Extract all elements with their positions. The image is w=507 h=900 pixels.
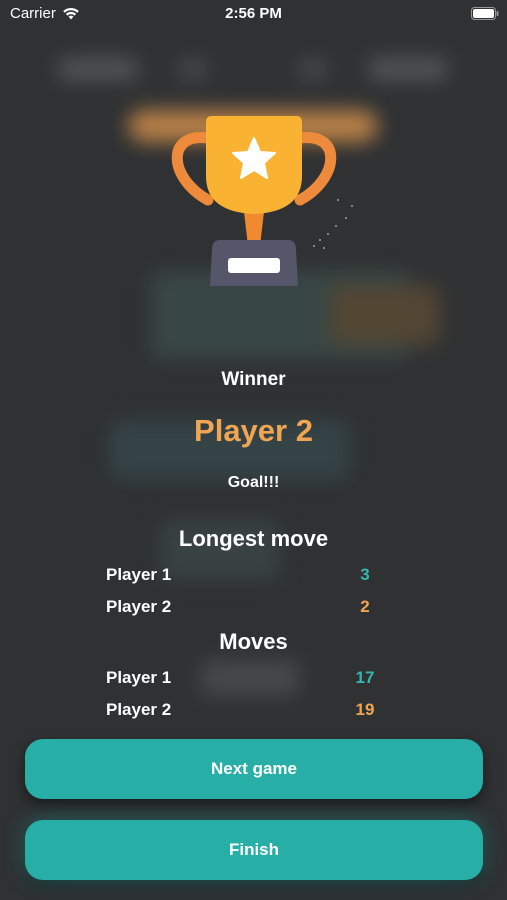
moves-row-player-2: Player 2 19 xyxy=(0,700,507,722)
winner-name: Player 2 xyxy=(194,413,313,448)
moves-value: 17 xyxy=(355,668,375,687)
player-label: Player 2 xyxy=(106,700,172,719)
winner-label: Winner xyxy=(221,369,286,390)
longest-move-title: Longest move xyxy=(178,526,329,551)
moves-title: Moves xyxy=(219,629,288,654)
player-label: Player 1 xyxy=(106,668,172,687)
moves-row-player-1: Player 1 17 xyxy=(0,668,507,690)
longest-move-value: 3 xyxy=(360,565,370,584)
clock: 2:56 PM xyxy=(225,5,282,22)
player-label: Player 1 xyxy=(106,565,172,584)
win-reason: Goal!!! xyxy=(227,474,280,491)
sparkle-dots-icon xyxy=(313,199,353,249)
moves-value: 19 xyxy=(355,700,375,719)
longest-move-row-player-1: Player 1 3 xyxy=(0,565,507,587)
status-bar: Carrier 2:56 PM xyxy=(0,0,507,28)
player-label: Player 2 xyxy=(106,597,172,616)
longest-move-row-player-2: Player 2 2 xyxy=(0,597,507,619)
finish-button[interactable]: Finish xyxy=(25,820,483,880)
longest-move-value: 2 xyxy=(360,597,370,616)
game-over-screen: Carrier 2:56 PM Winner Player 2 Goal!!! … xyxy=(0,0,507,900)
next-game-button[interactable]: Next game xyxy=(25,739,483,799)
battery-icon xyxy=(471,7,499,20)
